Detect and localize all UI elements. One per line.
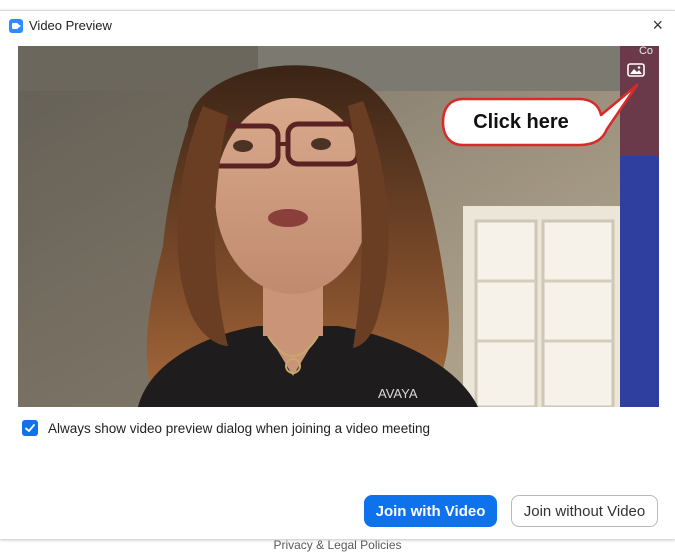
always-show-preview-checkbox[interactable] [22,420,38,436]
close-button[interactable]: × [652,14,663,36]
zoom-icon [9,19,23,33]
image-icon [627,63,645,77]
video-preview: AVAYA Co Click here [18,46,659,407]
checkmark-icon [25,424,35,432]
window-title: Video Preview [29,18,112,33]
shirt-logo-text: AVAYA [378,386,418,401]
always-show-preview-option[interactable]: Always show video preview dialog when jo… [22,419,430,437]
privacy-legal-link[interactable]: Privacy & Legal Policies [0,538,675,552]
virtual-background-button[interactable] [625,61,647,79]
callout-text: Click here [473,110,569,133]
always-show-preview-label: Always show video preview dialog when jo… [48,420,430,436]
join-with-video-button[interactable]: Join with Video [364,495,497,527]
join-without-video-button[interactable]: Join without Video [511,495,658,527]
video-preview-dialog: Video Preview × AVAYA Co Click here Alwa… [0,10,675,539]
click-here-callout: Click here [441,83,639,147]
title-bar: Video Preview × [0,11,675,41]
corner-label: Co [638,46,653,57]
